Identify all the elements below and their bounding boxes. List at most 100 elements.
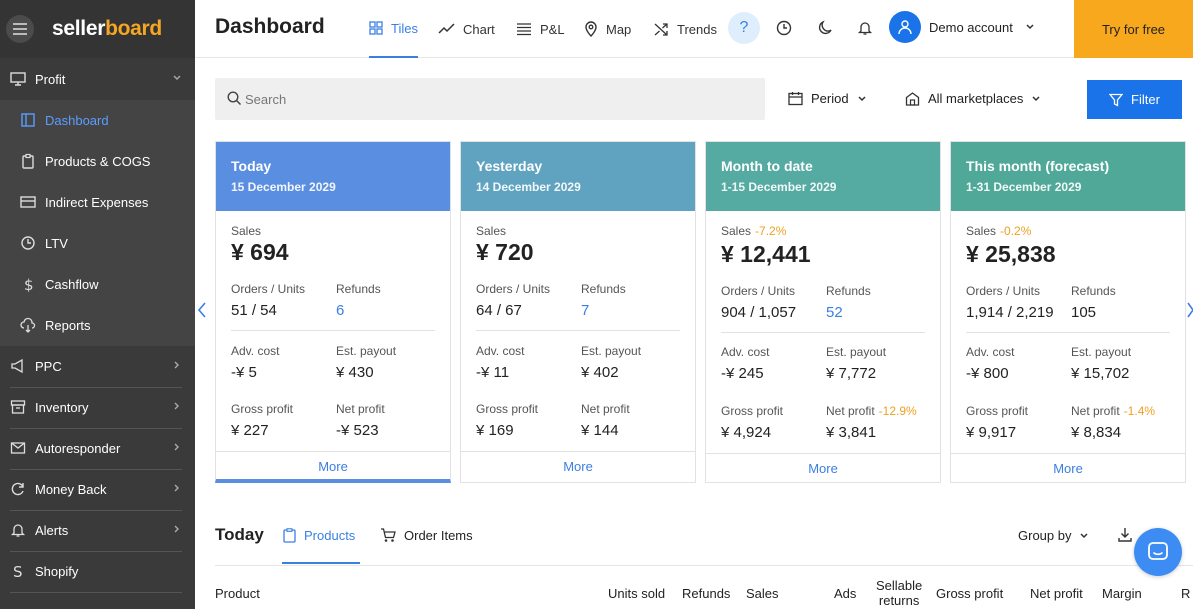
cart-icon bbox=[381, 528, 396, 542]
payout-value: ¥ 402 bbox=[581, 364, 619, 381]
clock-icon bbox=[21, 236, 35, 250]
shopify-icon: S bbox=[13, 563, 23, 579]
tab-tiles[interactable]: Tiles bbox=[369, 0, 418, 58]
tab-pl[interactable]: P&L bbox=[516, 0, 565, 58]
sales-value: ¥ 720 bbox=[476, 239, 534, 265]
tile-month-forecast[interactable]: This month (forecast) 1-31 December 2029… bbox=[950, 141, 1186, 483]
tile-header: Yesterday 14 December 2029 bbox=[461, 142, 695, 211]
net-profit-value: ¥ 3,841 bbox=[826, 424, 877, 441]
sidebar-item-dashboard[interactable]: Dashboard bbox=[0, 100, 195, 141]
refresh-icon bbox=[11, 482, 24, 496]
clock-icon bbox=[776, 20, 792, 36]
group-by-dropdown[interactable]: Group by bbox=[1018, 528, 1089, 543]
tab-label: P&L bbox=[540, 21, 565, 37]
box-icon bbox=[10, 400, 26, 414]
tile-title: Today bbox=[231, 158, 272, 174]
adv-cost-label: Adv. cost bbox=[721, 345, 770, 359]
gross-profit-label: Gross profit bbox=[966, 404, 1029, 418]
column-header-sales[interactable]: Sales bbox=[746, 586, 779, 601]
sidebar-item-alerts[interactable]: Alerts bbox=[0, 510, 195, 551]
tile-today[interactable]: Today 15 December 2029 Sales ¥ 694 Order… bbox=[215, 141, 451, 483]
avatar[interactable] bbox=[889, 11, 921, 43]
column-header-product[interactable]: Product bbox=[215, 586, 260, 601]
marketplaces-label: All marketplaces bbox=[928, 91, 1024, 106]
chart-line-icon bbox=[438, 23, 455, 34]
sidebar-item-ltv[interactable]: LTV bbox=[0, 223, 195, 264]
notifications-button[interactable] bbox=[849, 12, 881, 44]
tab-products[interactable]: Products bbox=[283, 528, 355, 543]
sidebar-item-inventory[interactable]: Inventory bbox=[0, 387, 195, 428]
tile-yesterday[interactable]: Yesterday 14 December 2029 Sales ¥ 720 O… bbox=[460, 141, 696, 483]
moon-icon bbox=[818, 20, 832, 35]
tab-order-items[interactable]: Order Items bbox=[380, 528, 473, 543]
chevron-right-icon[interactable] bbox=[1186, 302, 1193, 318]
column-header-ads[interactable]: Ads bbox=[834, 586, 856, 601]
download-icon[interactable] bbox=[1117, 527, 1133, 543]
period-dropdown[interactable]: Period bbox=[788, 91, 875, 106]
sidebar-item-money-back[interactable]: Money Back bbox=[0, 469, 195, 510]
orders-label: Orders / Units bbox=[231, 282, 306, 296]
adv-cost-label: Adv. cost bbox=[476, 344, 525, 358]
tab-map[interactable]: Map bbox=[584, 0, 631, 58]
payout-label: Est. payout bbox=[826, 345, 887, 359]
account-name[interactable]: Demo account bbox=[929, 20, 1013, 35]
help-button[interactable]: ? bbox=[728, 12, 760, 44]
more-link[interactable]: More bbox=[461, 459, 695, 474]
chevron-left-icon[interactable] bbox=[197, 302, 207, 318]
monitor-icon bbox=[10, 72, 26, 86]
tab-chart[interactable]: Chart bbox=[438, 0, 495, 58]
dark-mode-button[interactable] bbox=[809, 12, 841, 44]
tab-trends[interactable]: Trends bbox=[654, 0, 717, 58]
hamburger-menu-button[interactable] bbox=[6, 15, 34, 43]
orders-value: 51 / 54 bbox=[231, 302, 277, 319]
net-profit-value: ¥ 8,834 bbox=[1071, 424, 1122, 441]
column-header-net-profit[interactable]: Net profit bbox=[1030, 586, 1083, 601]
filter-label: Filter bbox=[1131, 92, 1160, 107]
refunds-value[interactable]: 7 bbox=[581, 302, 589, 319]
column-header-units-sold[interactable]: Units sold bbox=[608, 586, 665, 601]
column-header-refunds[interactable]: Refunds bbox=[682, 586, 730, 601]
logo[interactable]: sellerboard bbox=[52, 17, 162, 41]
sidebar-item-reports[interactable]: Reports bbox=[0, 305, 195, 346]
sidebar-item-shopify[interactable]: S Shopify bbox=[0, 551, 195, 592]
more-link[interactable]: More bbox=[706, 461, 940, 476]
refunds-label: Refunds bbox=[336, 282, 381, 296]
filter-button[interactable]: Filter bbox=[1087, 80, 1182, 119]
sidebar-item-indirect-expenses[interactable]: Indirect Expenses bbox=[0, 182, 195, 223]
search-input[interactable] bbox=[245, 78, 745, 120]
sidebar-item-cashflow[interactable]: $ Cashflow bbox=[0, 264, 195, 305]
column-header-roi[interactable]: R bbox=[1181, 586, 1190, 601]
sidebar-item-profit[interactable]: Profit bbox=[0, 59, 195, 100]
marketplaces-dropdown[interactable]: All marketplaces bbox=[905, 91, 1049, 106]
sidebar-item-label: Cashflow bbox=[45, 277, 99, 292]
chevron-down-icon bbox=[1032, 95, 1040, 101]
try-for-free-button[interactable]: Try for free bbox=[1074, 0, 1193, 58]
sidebar-item-ppc[interactable]: PPC bbox=[0, 346, 195, 387]
refunds-value[interactable]: 6 bbox=[336, 302, 344, 319]
chevron-down-icon[interactable] bbox=[1025, 22, 1035, 32]
group-by-label: Group by bbox=[1018, 528, 1072, 543]
column-header-sellable-returns[interactable]: Sellable returns bbox=[876, 578, 922, 608]
tab-label: Products bbox=[304, 528, 356, 543]
adv-cost-label: Adv. cost bbox=[966, 345, 1015, 359]
net-profit-value: -¥ 523 bbox=[336, 422, 379, 439]
sales-label-text: Sales bbox=[966, 224, 997, 238]
grid-icon bbox=[369, 21, 383, 35]
divider bbox=[215, 565, 1193, 566]
sales-value: ¥ 694 bbox=[231, 239, 289, 265]
tile-month-to-date[interactable]: Month to date 1-15 December 2029 Sales -7… bbox=[705, 141, 941, 483]
column-header-margin[interactable]: Margin bbox=[1102, 586, 1142, 601]
refunds-value[interactable]: 52 bbox=[826, 304, 843, 321]
history-button[interactable] bbox=[768, 12, 800, 44]
sidebar-header: sellerboard bbox=[0, 0, 195, 58]
net-profit-change: -12.9% bbox=[878, 404, 917, 418]
sidebar-item-label: Dashboard bbox=[45, 113, 109, 128]
column-header-line: returns bbox=[878, 593, 920, 608]
sales-value: ¥ 25,838 bbox=[966, 241, 1056, 267]
sidebar-item-products-cogs[interactable]: Products & COGS bbox=[0, 141, 195, 182]
more-link[interactable]: More bbox=[951, 461, 1185, 476]
more-link[interactable]: More bbox=[216, 459, 450, 474]
sidebar-item-autoresponder[interactable]: Autoresponder bbox=[0, 428, 195, 469]
chat-button[interactable] bbox=[1134, 528, 1182, 576]
column-header-gross-profit[interactable]: Gross profit bbox=[936, 586, 1003, 601]
